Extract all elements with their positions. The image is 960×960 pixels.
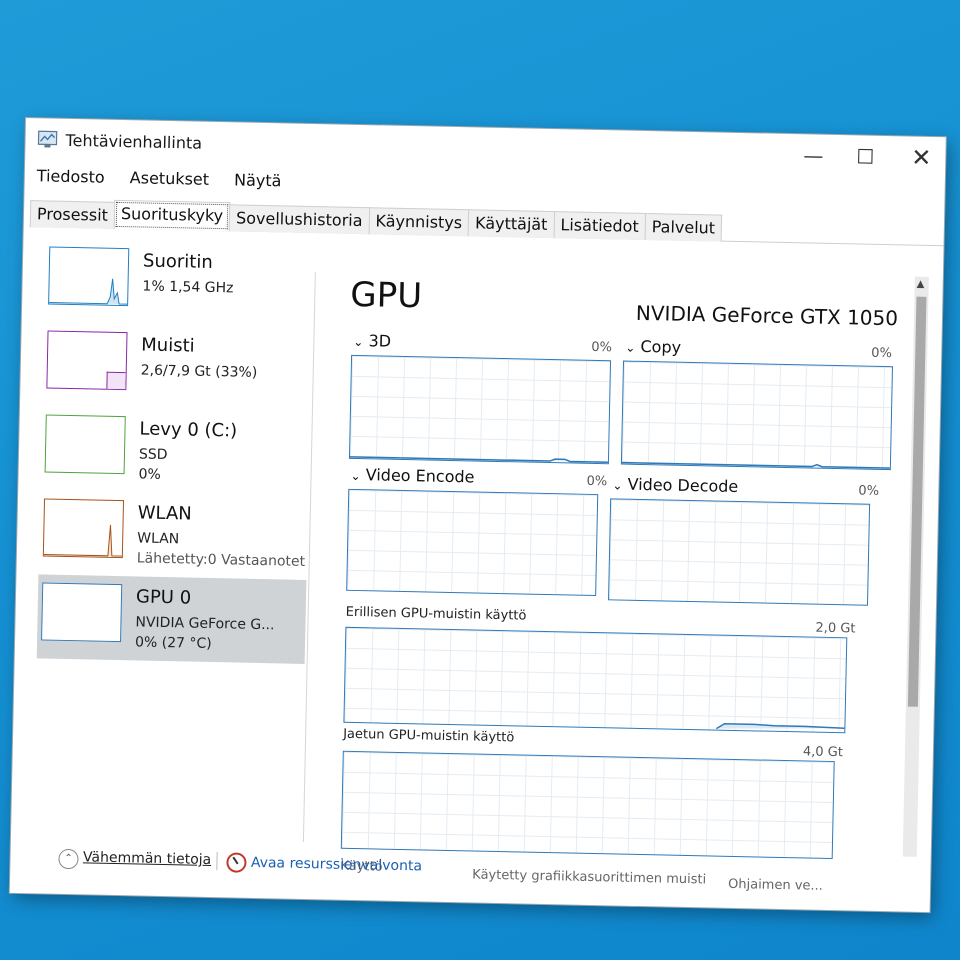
fewer-details-label: Vähemmän tietoja — [82, 849, 212, 869]
sidebar-item-value: 2,6/7,9 Gt (33%) — [140, 362, 258, 381]
engine-3d-selector[interactable]: ⌄ 3D — [353, 331, 392, 351]
sidebar-item-value-2: 0% (27 °C) — [134, 634, 212, 653]
sidebar-item-memory[interactable]: Muisti 2,6/7,9 Gt (33%) — [42, 322, 312, 412]
chevron-down-icon: ⌄ — [612, 478, 623, 493]
task-manager-icon — [37, 130, 58, 148]
resource-monitor-label: Avaa resurssienvalvonta — [250, 854, 423, 875]
sidebar-item-gpu[interactable]: GPU 0 NVIDIA GeForce G... 0% (27 °C) — [36, 574, 307, 664]
tab-performance[interactable]: Suorituskyky — [113, 199, 231, 232]
sidebar-item-label: WLAN — [137, 502, 192, 525]
wlan-mini-graph — [43, 524, 122, 557]
sidebar-item-label: GPU 0 — [135, 586, 192, 609]
dedicated-memory-line — [715, 723, 845, 730]
engine-label: Video Encode — [365, 465, 475, 487]
engine-decode-graph — [608, 498, 871, 606]
bottom-separator — [216, 852, 218, 871]
engine-percent: 0% — [591, 339, 613, 356]
chevron-up-icon: ⌃ — [58, 848, 79, 870]
sidebar-item-cpu[interactable]: Suoritin 1% 1,54 GHz — [44, 238, 314, 328]
cpu-thumbnail — [48, 246, 130, 307]
tab-strip: Prosessit Suorituskyky Sovellushistoria Käy… — [29, 198, 945, 247]
engine-label: Copy — [640, 336, 682, 357]
resource-monitor-icon — [226, 852, 247, 873]
engine-3d-graph — [348, 354, 612, 465]
gpu-model-name: NVIDIA GeForce GTX 1050 — [635, 300, 899, 331]
fewer-details-link[interactable]: ⌃ Vähemmän tietoja — [58, 848, 212, 872]
engine-percent: 0% — [858, 483, 880, 499]
sidebar-item-value: 1% 1,54 GHz — [142, 278, 234, 297]
engine-decode-selector[interactable]: ⌄ Video Decode — [612, 474, 738, 496]
sidebar-item-value-2: 0% — [138, 466, 161, 483]
disk-thumbnail — [44, 414, 126, 475]
dedicated-memory-max: 2,0 Gt — [815, 620, 856, 637]
scroll-thumb[interactable] — [907, 296, 927, 707]
maximize-icon[interactable]: ☐ — [845, 143, 886, 170]
sidebar-item-wlan[interactable]: WLAN WLAN Lähetetty:0 Vastaanotet — [38, 490, 308, 580]
gpu-thumbnail — [41, 582, 123, 643]
dedicated-memory-label: Erillisen GPU-muistin käyttö — [345, 604, 527, 624]
chevron-down-icon: ⌄ — [625, 340, 636, 355]
engine-copy-line — [621, 461, 890, 469]
close-icon[interactable]: ✕ — [901, 144, 942, 172]
task-manager-window: Tehtävienhallinta — ☐ ✕ Tiedosto Asetuks… — [9, 118, 946, 913]
minimize-icon[interactable]: — — [793, 142, 834, 169]
menu-file[interactable]: Tiedosto — [37, 164, 105, 189]
sidebar-item-value: SSD — [138, 446, 168, 464]
sidebar-item-value: WLAN — [137, 530, 180, 548]
engine-label: Video Decode — [627, 474, 739, 496]
memory-usage-block — [106, 371, 126, 390]
resource-monitor-link[interactable]: Avaa resurssienvalvonta — [226, 852, 422, 876]
engine-percent: 0% — [871, 345, 893, 362]
sidebar-item-disk[interactable]: Levy 0 (C:) SSD 0% — [40, 406, 310, 496]
engine-copy-graph — [620, 360, 893, 471]
scrollbar[interactable]: ▲ — [902, 276, 929, 857]
engine-copy-selector[interactable]: ⌄ Copy — [625, 337, 681, 357]
cpu-mini-graph — [49, 278, 128, 305]
shared-memory-graph — [340, 750, 835, 860]
tab-services[interactable]: Palvelut — [644, 212, 723, 242]
tab-app-history[interactable]: Sovellushistoria — [228, 204, 370, 235]
gpu-detail-pane: GPU NVIDIA GeForce GTX 1050 ⌄ 3D 0% ⌄ Co… — [330, 265, 902, 894]
tab-users[interactable]: Käyttäjät — [467, 209, 555, 239]
sidebar-item-label: Suoritin — [142, 250, 213, 273]
tab-details[interactable]: Lisätiedot — [553, 211, 646, 240]
tab-processes[interactable]: Prosessit — [29, 200, 116, 229]
menu-settings[interactable]: Asetukset — [130, 166, 210, 192]
sidebar-item-value-2: Lähetetty:0 Vastaanotet — [136, 550, 306, 570]
chevron-down-icon: ⌄ — [350, 468, 361, 484]
tab-startup[interactable]: Käynnistys — [368, 207, 470, 237]
window-title: Tehtävienhallinta — [65, 130, 203, 153]
shared-memory-max: 4,0 Gt — [802, 744, 844, 761]
sidebar-item-label: Levy 0 (C:) — [139, 418, 238, 442]
sidebar-item-label: Muisti — [141, 334, 195, 357]
engine-label: 3D — [368, 331, 392, 351]
engine-3d-line — [349, 456, 608, 464]
chevron-down-icon: ⌄ — [353, 334, 364, 350]
engine-percent: 0% — [586, 473, 608, 490]
menu-view[interactable]: Näytä — [234, 168, 282, 193]
memory-thumbnail — [46, 330, 128, 391]
engine-encode-graph — [346, 488, 599, 597]
performance-sidebar: Suoritin 1% 1,54 GHz Muisti 2,6/7,9 Gt (… — [11, 238, 313, 834]
sidebar-item-value: NVIDIA GeForce G... — [135, 614, 275, 634]
scroll-up-icon[interactable]: ▲ — [917, 279, 925, 290]
shared-memory-label: Jaetun GPU-muistin käyttö — [343, 726, 515, 746]
wlan-thumbnail — [42, 498, 125, 559]
page-title: GPU — [349, 274, 423, 317]
engine-encode-selector[interactable]: ⌄ Video Encode — [350, 465, 475, 487]
dedicated-memory-graph — [343, 626, 848, 734]
